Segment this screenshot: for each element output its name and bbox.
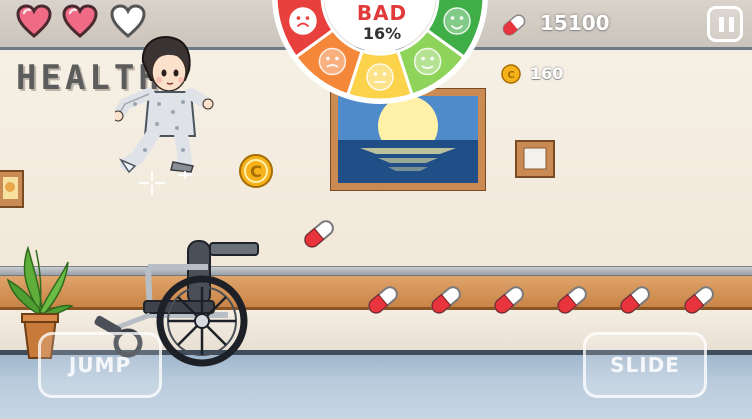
pause-button[interactable] <box>707 6 743 42</box>
pill-pickup <box>490 281 528 319</box>
pill-pickup <box>553 281 591 319</box>
player-character <box>115 36 214 195</box>
svg-text:C: C <box>507 70 514 81</box>
coin-letter: C <box>250 162 262 181</box>
heart-empty-icon <box>110 4 146 40</box>
pause-icon <box>719 17 724 32</box>
pill-pickup <box>427 281 465 319</box>
very-sad-face-icon <box>289 7 317 35</box>
pill-pickup <box>364 281 402 319</box>
game-scene[interactable]: HEALTH C BAD 16% 15100 C 160 JUMP SLIDE <box>0 0 752 419</box>
coin-icon: C <box>501 64 521 84</box>
wall-photo-frame <box>0 170 24 208</box>
happy-face-icon <box>413 47 442 76</box>
slide-button[interactable]: SLIDE <box>583 332 707 398</box>
pill-pickup <box>616 281 654 319</box>
pill-count: 15100 <box>540 11 610 35</box>
small-picture-frame <box>515 140 555 178</box>
very-happy-face-icon <box>443 7 471 35</box>
jump-button[interactable]: JUMP <box>38 332 162 398</box>
pill-pickup <box>300 215 338 253</box>
coin-pickup: C <box>239 154 273 188</box>
pill-icon <box>502 14 526 36</box>
heart-full-icon <box>62 4 98 40</box>
mood-percent: 16% <box>362 24 402 43</box>
mood-status-label: BAD <box>356 1 408 25</box>
coin-count: 160 <box>530 64 564 83</box>
heart-full-icon <box>16 4 52 40</box>
pill-pickup <box>680 281 718 319</box>
sad-face-icon <box>318 47 347 76</box>
neutral-face-icon <box>366 63 394 91</box>
